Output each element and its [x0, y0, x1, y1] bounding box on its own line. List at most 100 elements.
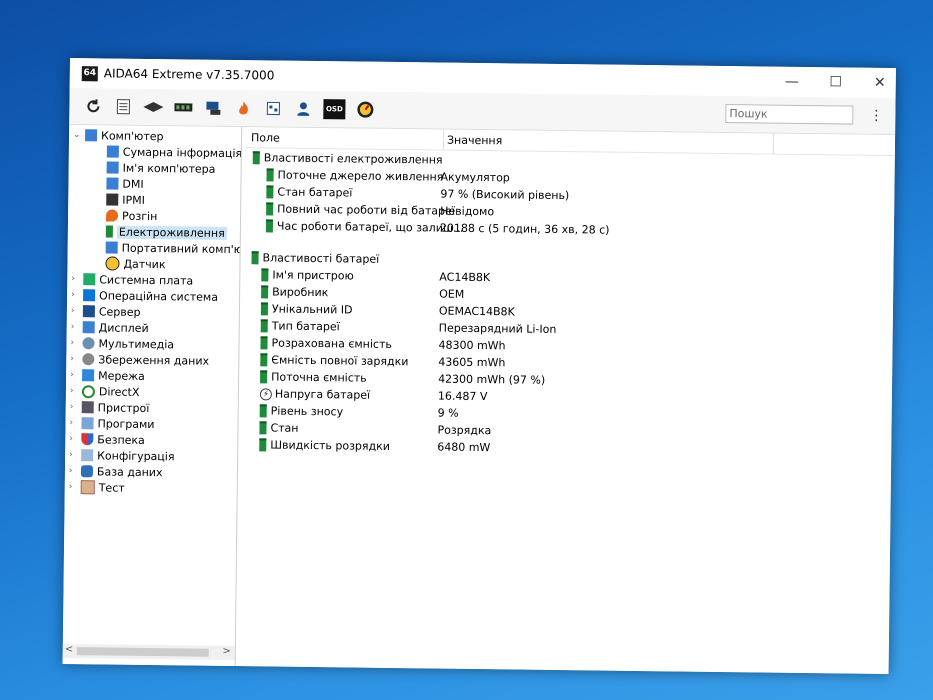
tree-group-benchmark[interactable]: › Тест: [69, 479, 125, 496]
expand-arrow-icon[interactable]: ›: [69, 482, 81, 492]
tree-group-multimedia[interactable]: › Мультимедіа: [70, 335, 174, 352]
battery-icon: [260, 319, 268, 333]
multimedia-icon: [82, 337, 95, 350]
expand-arrow-icon[interactable]: ›: [71, 290, 83, 300]
tree-node-computer[interactable]: ⌄ Комп'ютер: [73, 127, 164, 144]
preferences-icon[interactable]: [263, 98, 283, 118]
laptop-icon: [105, 241, 118, 254]
directx-icon: [81, 384, 96, 398]
motherboard-icon[interactable]: [143, 97, 164, 117]
sensor-gauge-icon: [105, 256, 120, 271]
tree-group-network[interactable]: › Мережа: [70, 367, 145, 384]
window-title: AIDA64 Extreme v7.35.7000: [103, 66, 275, 83]
software-icon: [81, 417, 94, 430]
flame-icon: [106, 209, 119, 222]
tree-node-overclock[interactable]: Розгін: [106, 207, 157, 224]
column-header-value[interactable]: Значення: [447, 134, 502, 148]
report-icon[interactable]: [113, 97, 133, 117]
tree-node-sensor[interactable]: Датчик: [105, 255, 166, 272]
tree-group-storage[interactable]: › Збереження даних: [70, 351, 209, 369]
battery-icon: [266, 185, 274, 199]
network-icon[interactable]: [203, 98, 223, 118]
benchmark-icon: [80, 480, 95, 495]
battery-icon: [260, 336, 268, 350]
shield-icon: [81, 433, 94, 446]
battery-icon: [260, 353, 268, 367]
battery-icon: [259, 438, 267, 452]
column-separator[interactable]: [442, 129, 445, 150]
computer-icon: [84, 129, 98, 142]
refresh-icon[interactable]: [83, 96, 103, 116]
expand-arrow-icon[interactable]: ›: [70, 386, 82, 396]
expand-arrow-icon[interactable]: ›: [71, 274, 83, 284]
aida64-app-icon: 64: [81, 66, 98, 82]
search-input[interactable]: Пошук: [725, 104, 854, 125]
maximize-button[interactable]: ☐: [816, 71, 856, 93]
battery-icon: [261, 268, 269, 282]
tree-group-display[interactable]: › Дисплей: [71, 319, 149, 336]
battery-icon: [260, 302, 269, 316]
expand-arrow-icon[interactable]: ›: [69, 418, 81, 428]
database-icon: [80, 465, 94, 478]
tree-group-software[interactable]: › Програми: [69, 415, 154, 432]
memory-icon[interactable]: [173, 97, 193, 117]
horizontal-scrollbar[interactable]: < >: [62, 643, 235, 661]
scrollbar-thumb[interactable]: [76, 647, 209, 657]
motherboard-icon: [83, 273, 96, 286]
gauge-icon[interactable]: [355, 99, 375, 119]
expand-arrow-icon[interactable]: ›: [70, 370, 82, 380]
ipmi-icon: [106, 193, 119, 206]
tree-group-devices[interactable]: › Пристрої: [70, 399, 150, 416]
tree-node-dmi[interactable]: DMI: [106, 175, 144, 191]
details-pane: Поле Значення Властивості електроживленн…: [238, 127, 896, 675]
aida64-window: 64 AIDA64 Extreme v7.35.7000 — ☐ ✕ OSD П…: [62, 58, 896, 675]
more-options-icon[interactable]: ⋮: [869, 108, 883, 124]
tree-node-computer-name[interactable]: Ім'я комп'ютера: [106, 159, 216, 176]
battery-icon: [251, 251, 259, 265]
tree-group-directx[interactable]: › DirectX: [70, 383, 140, 400]
battery-icon: [266, 168, 274, 182]
windows-logo-icon: [83, 289, 96, 302]
expand-arrow-icon[interactable]: ›: [69, 434, 81, 444]
expand-arrow-icon[interactable]: ›: [69, 450, 81, 460]
battery-icon: [252, 151, 260, 165]
scroll-right-icon[interactable]: >: [222, 646, 231, 657]
configuration-icon: [81, 449, 94, 462]
expand-arrow-icon[interactable]: ›: [71, 322, 83, 332]
battery-icon: [259, 404, 267, 418]
osd-icon[interactable]: OSD: [323, 99, 346, 120]
devices-icon: [81, 401, 94, 414]
minimize-button[interactable]: —: [772, 71, 812, 93]
column-separator[interactable]: [772, 133, 775, 154]
expand-arrow-icon[interactable]: ›: [70, 338, 82, 348]
tree-group-database[interactable]: › База даних: [69, 463, 163, 480]
battery-icon: [266, 202, 274, 216]
tree-group-server[interactable]: › Сервер: [71, 303, 141, 320]
battery-icon: [260, 370, 268, 384]
voltage-bolt-icon: ⚡: [259, 387, 272, 400]
user-icon[interactable]: [293, 99, 313, 119]
computer-icon: [106, 145, 119, 158]
storage-disk-icon: [82, 353, 95, 366]
benchmark-flame-icon[interactable]: [233, 98, 253, 118]
monitor-icon: [82, 321, 95, 334]
computer-icon: [106, 161, 119, 174]
close-button[interactable]: ✕: [860, 72, 896, 94]
expand-arrow-icon[interactable]: ›: [70, 402, 82, 412]
expand-arrow-icon[interactable]: ›: [71, 306, 83, 316]
tree-node-summary[interactable]: Сумарна інформація: [106, 143, 242, 161]
column-header-field[interactable]: Поле: [251, 131, 280, 144]
tree-node-power-management[interactable]: Електроживлення: [105, 223, 227, 240]
battery-icon: [261, 285, 269, 299]
tree-group-configuration[interactable]: › Конфігурація: [69, 447, 175, 464]
tree-group-motherboard[interactable]: › Системна плата: [71, 271, 193, 288]
tree-group-security[interactable]: › Безпека: [69, 431, 145, 448]
tree-node-portable-computer[interactable]: Портативний комп'юте: [105, 239, 242, 257]
tree-node-ipmi[interactable]: IPMI: [106, 191, 145, 207]
network-icon: [82, 369, 95, 382]
tree-group-operating-system[interactable]: › Операційна система: [71, 287, 218, 305]
scroll-left-icon[interactable]: <: [65, 644, 74, 655]
expand-arrow-icon[interactable]: ›: [69, 466, 81, 476]
expand-arrow-icon[interactable]: ›: [70, 354, 82, 364]
collapse-arrow-icon[interactable]: ⌄: [73, 130, 85, 140]
